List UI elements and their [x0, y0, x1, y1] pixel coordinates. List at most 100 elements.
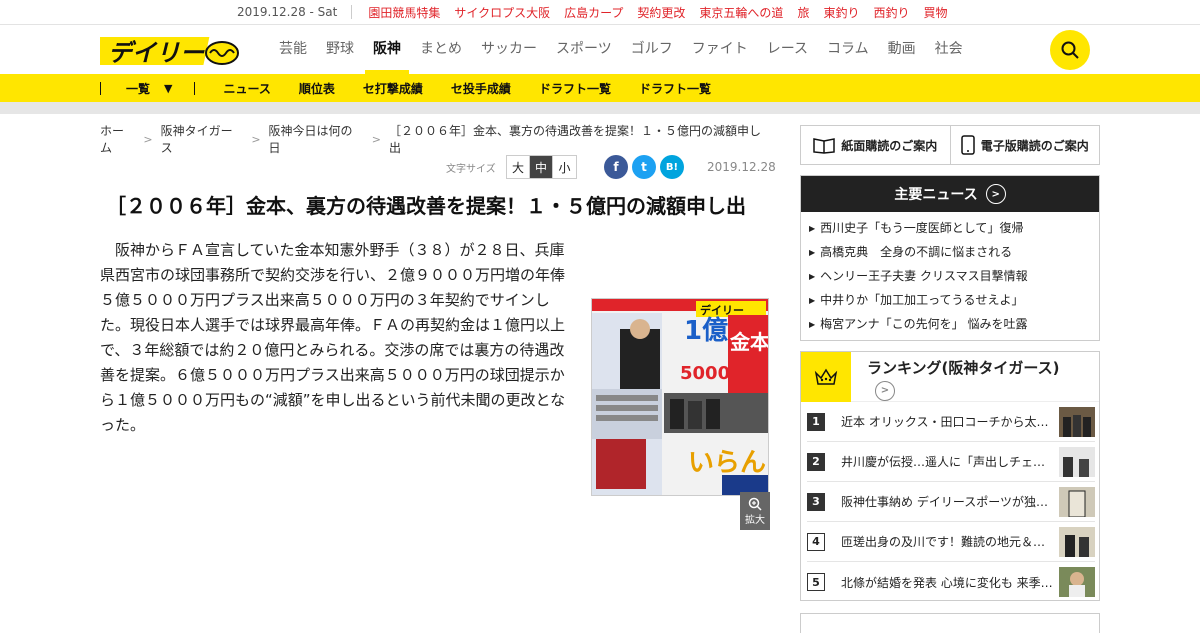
- rank-text: 北條が結婚を発表 心境に変化も 来季…: [841, 575, 1053, 590]
- topbar-link-shopping[interactable]: 買物: [923, 4, 947, 21]
- topbar-link-east-fishing[interactable]: 東釣り: [823, 4, 859, 21]
- ranking-item[interactable]: 4 匝瑳出身の及川です！難読の地元＆自…: [807, 522, 1095, 562]
- nav-race[interactable]: レース: [767, 25, 808, 74]
- hatena-bookmark-icon[interactable]: B!: [660, 155, 684, 179]
- breadcrumb-home[interactable]: ホーム: [100, 122, 135, 156]
- chevron-right-icon: >: [875, 381, 895, 401]
- ranking-thumbnail: [1059, 486, 1095, 517]
- article-text: 阪神からＦＡ宣言していた金本知憲外野手（３８）が２８日、兵庫県西宮市の球団事務所…: [100, 241, 566, 434]
- nav-baseball[interactable]: 野球: [326, 25, 354, 74]
- next-sidebar-box: [800, 613, 1100, 633]
- nav-hanshin[interactable]: 阪神: [365, 25, 409, 74]
- font-size-small[interactable]: 小: [553, 156, 576, 178]
- rank-number: 5: [807, 573, 825, 591]
- site-logo[interactable]: デイリー: [93, 34, 240, 68]
- ranking-header: ランキング(阪神タイガース) >: [801, 352, 1099, 402]
- ranking-title-wrap[interactable]: ランキング(阪神タイガース) >: [851, 352, 1060, 401]
- top-news-header[interactable]: 主要ニュース >: [801, 176, 1099, 212]
- subnav-standings[interactable]: 順位表: [299, 80, 335, 97]
- news-item[interactable]: 西川史子「もう一度医師として」復帰: [809, 216, 1099, 240]
- topbar-link-travel[interactable]: 旅: [797, 4, 809, 21]
- site-header: デイリー 芸能 野球 阪神 まとめ サッカー スポーツ ゴルフ ファイト レース…: [0, 25, 1200, 74]
- rank-text: 匝瑳出身の及川です！難読の地元＆自…: [841, 535, 1055, 549]
- photo-headline-1: 1億: [684, 316, 728, 346]
- current-date: 2019.12.28 - Sat: [237, 5, 338, 19]
- rank-text: 近本 オリックス・田口コーチから太…: [841, 415, 1049, 429]
- global-nav: 芸能 野球 阪神 まとめ サッカー スポーツ ゴルフ ファイト レース コラム …: [279, 25, 982, 74]
- subnav-pitching[interactable]: セ投手成績: [451, 80, 511, 97]
- top-news-box: 主要ニュース > 西川史子「もう一度医師として」復帰 高橋克典 全身の不調に悩ま…: [800, 175, 1100, 341]
- facebook-icon[interactable]: f: [604, 155, 628, 179]
- topbar-link-carp[interactable]: 広島カープ: [564, 4, 623, 21]
- ranking-item[interactable]: 5 北條が結婚を発表 心境に変化も 来季…: [807, 562, 1095, 602]
- share-buttons: f t B!: [604, 155, 684, 179]
- topbar-link-cyclops[interactable]: サイクロプス大阪: [454, 4, 550, 21]
- subnav-batting[interactable]: セ打撃成績: [363, 80, 423, 97]
- ranking-item[interactable]: 3 阪神仕事納め デイリースポーツが独…: [807, 482, 1095, 522]
- font-size-large[interactable]: 大: [507, 156, 530, 178]
- paper-subscription-link[interactable]: 紙面購読のご案内: [801, 126, 951, 164]
- news-item[interactable]: ヘンリー王子夫妻 クリスマス目撃情報: [809, 264, 1099, 288]
- font-size-medium[interactable]: 中: [530, 156, 553, 178]
- chevron-right-icon: >: [371, 132, 382, 146]
- article-tools: 文字サイズ 大 中 小 f t B! 2019.12.28: [100, 153, 776, 183]
- twitter-icon[interactable]: t: [632, 155, 656, 179]
- nav-entertainment[interactable]: 芸能: [279, 25, 307, 74]
- ranking-list: 1 近本 オリックス・田口コーチから太… 2 井川慶が伝授…遥人に「声出しチェン…: [801, 402, 1099, 602]
- subscription-links: 紙面購読のご案内 電子版購読のご案内: [800, 125, 1100, 165]
- subnav-draft-1[interactable]: ドラフト一覧: [539, 80, 611, 97]
- topbar-link-sonoda[interactable]: 園田競馬特集: [368, 4, 440, 21]
- nav-column[interactable]: コラム: [827, 25, 869, 74]
- nav-soccer[interactable]: サッカー: [481, 25, 537, 74]
- news-item[interactable]: 高橋克典 全身の不調に悩まされる: [809, 240, 1099, 264]
- ranking-thumbnail: [1059, 567, 1095, 597]
- zoom-in-icon: [748, 497, 762, 511]
- dropdown-arrow-icon[interactable]: ▼: [164, 82, 172, 95]
- news-item[interactable]: 中井りか「加工加工ってうるせえよ」: [809, 288, 1099, 312]
- ranking-item[interactable]: 1 近本 オリックス・田口コーチから太…: [807, 402, 1095, 442]
- digital-subscription-link[interactable]: 電子版購読のご案内: [951, 126, 1100, 164]
- rank-text: 井川慶が伝授…遥人に「声出しチェン…: [841, 455, 1055, 469]
- subnav-draft-2[interactable]: ドラフト一覧: [639, 80, 711, 97]
- nav-golf[interactable]: ゴルフ: [631, 25, 673, 74]
- zoom-button[interactable]: 拡大: [740, 492, 770, 530]
- chevron-right-icon: >: [251, 132, 261, 146]
- topbar-link-west-fishing[interactable]: 西釣り: [873, 4, 909, 21]
- breadcrumb-tigers[interactable]: 阪神タイガース: [161, 122, 244, 156]
- nav-video[interactable]: 動画: [888, 25, 916, 74]
- list-dropdown-label[interactable]: 一覧: [126, 80, 150, 97]
- ranking-thumbnail: [1059, 526, 1095, 557]
- breadcrumb-current: ［２００６年］金本、裏方の待遇改善を提案！１・５億円の減額申し出: [389, 124, 762, 155]
- topbar-link-olympics[interactable]: 東京五輪への道: [699, 4, 783, 21]
- nav-sports[interactable]: スポーツ: [556, 25, 612, 74]
- photo-headline-4: いらん: [688, 448, 766, 478]
- article-main: ホーム > 阪神タイガース > 阪神今日は何の日 > ［２００６年］金本、裏方の…: [100, 122, 776, 530]
- newspaper-photo[interactable]: デイリー 1億 5000万 金本 いらん: [591, 298, 769, 496]
- topbar-link-contract[interactable]: 契約更改: [637, 4, 685, 21]
- rank-text: 阪神仕事納め デイリースポーツが独…: [841, 495, 1048, 509]
- nav-fight[interactable]: ファイト: [692, 25, 748, 74]
- sub-nav: 一覧 ▼ ニュース 順位表 セ打撃成績 セ投手成績 ドラフト一覧 ドラフト一覧: [0, 74, 1200, 102]
- breadcrumb-today[interactable]: 阪神今日は何の日: [269, 122, 364, 156]
- search-button[interactable]: [1050, 30, 1090, 70]
- daily-logo-icon: デイリー: [93, 37, 239, 67]
- ranking-title: ランキング(阪神タイガース): [867, 359, 1060, 377]
- rank-number: 4: [807, 532, 825, 551]
- breadcrumb: ホーム > 阪神タイガース > 阪神今日は何の日 > ［２００６年］金本、裏方の…: [100, 122, 770, 156]
- ranking-item[interactable]: 2 井川慶が伝授…遥人に「声出しチェン…: [807, 442, 1095, 482]
- divider: [351, 5, 353, 19]
- nav-society[interactable]: 社会: [935, 25, 963, 74]
- rank-number: 1: [807, 412, 825, 431]
- newspaper-front-page-image: デイリー 1億 5000万 金本 いらん: [592, 299, 768, 495]
- news-item[interactable]: 梅宮アンナ「この先何を」 悩みを吐露: [809, 312, 1099, 336]
- subnav-news[interactable]: ニュース: [223, 80, 270, 97]
- publish-date: 2019.12.28: [707, 160, 776, 174]
- paper-subscription-label: 紙面購読のご案内: [841, 138, 938, 153]
- top-bar: 2019.12.28 - Sat 園田競馬特集 サイクロプス大阪 広島カープ 契…: [0, 0, 1200, 25]
- article-title: ［２００６年］金本、裏方の待遇改善を提案！１・５億円の減額申し出: [106, 194, 746, 218]
- rank-number: 2: [807, 452, 825, 471]
- nav-matome[interactable]: まとめ: [420, 25, 462, 74]
- digital-subscription-label: 電子版購読のご案内: [980, 138, 1089, 153]
- font-size-label: 文字サイズ: [446, 164, 496, 175]
- logo-text: デイリー: [108, 39, 205, 67]
